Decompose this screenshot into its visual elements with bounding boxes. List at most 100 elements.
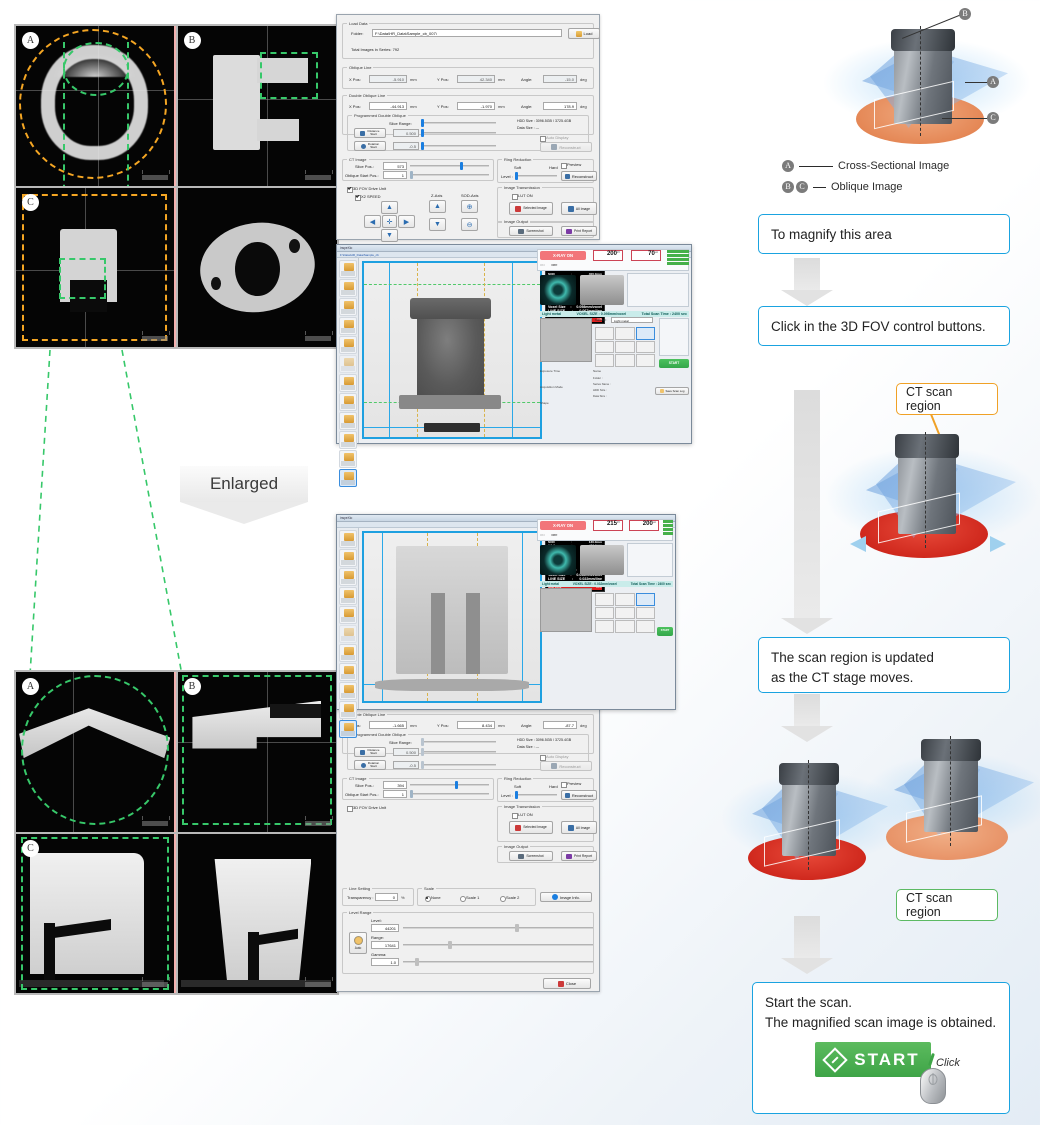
tool-button-data[interactable]	[338, 298, 357, 316]
dbl-x-input[interactable]: -44.913	[369, 102, 407, 110]
auto-level-button[interactable]: Auto	[349, 932, 367, 954]
ct-view-a-top[interactable]: A	[16, 26, 176, 186]
z-axis-up-button[interactable]: ▲	[429, 200, 446, 213]
fov-right-button[interactable]: ▶	[398, 215, 415, 228]
tool-button-scan[interactable]	[338, 279, 357, 297]
oblique-start-slider[interactable]	[410, 171, 489, 179]
fov-down-button[interactable]: ▼	[381, 229, 398, 242]
ct-view-b-bottom[interactable]: B	[177, 672, 337, 832]
tool-button-const[interactable]	[338, 336, 357, 354]
distance-start-button[interactable]: Distance Start	[354, 128, 386, 138]
dbl-angle-input[interactable]: 178.9	[543, 102, 577, 110]
sod-zoom-out-button[interactable]: ⊖	[461, 218, 478, 231]
tool-button-thickview[interactable]	[338, 682, 357, 700]
oblique-start-slider-b[interactable]	[410, 790, 489, 798]
fov-left-button[interactable]: ◀	[364, 215, 381, 228]
ct-view-c-top[interactable]: C	[16, 187, 176, 347]
tool-button-data[interactable]	[338, 568, 357, 586]
scale-option-2[interactable]: Scale 2	[500, 895, 519, 902]
screenshot-button[interactable]: Screenshot	[509, 226, 553, 236]
oblique-start-input-b[interactable]: 1	[383, 790, 407, 798]
scan-window-top[interactable]: inspeXio F:\Data\HR_Data\Sample_cb Infor…	[336, 244, 692, 487]
oblique-y-input[interactable]: 42.340	[457, 75, 495, 83]
oblique-start-input[interactable]: 1	[383, 171, 407, 179]
radiograph-viewport-top[interactable]	[362, 261, 542, 439]
tool-button-reconstruct[interactable]	[338, 260, 357, 278]
all-image-button-b[interactable]: All Image	[561, 821, 597, 834]
tool-button-twoview[interactable]	[338, 644, 357, 662]
ct-view-d-bottom[interactable]	[177, 833, 337, 993]
slice-range-slider[interactable]	[421, 119, 496, 127]
scale-option-1[interactable]: Scale 1	[460, 895, 479, 902]
auto-display-checkbox[interactable]: Auto Display	[540, 135, 568, 142]
specimen-preview-thumb[interactable]	[580, 275, 624, 305]
reconstruct-button-b[interactable]: Reconstruct	[540, 761, 592, 771]
z-axis-down-button[interactable]: ▼	[429, 218, 446, 231]
ring-reconstruct-button-b[interactable]: Reconstruct	[561, 790, 597, 800]
ring-level-slider-b[interactable]	[515, 791, 557, 799]
save-scan-log-button-top[interactable]: Save Scan Log	[655, 387, 689, 395]
start-scan-button[interactable]: START	[815, 1042, 931, 1077]
dbl-y-input-b[interactable]: 8.434	[457, 721, 495, 729]
ct-view-d-top[interactable]	[177, 187, 337, 347]
tool-button-measure[interactable]	[338, 450, 357, 468]
tool-button-multiview[interactable]	[338, 663, 357, 681]
tool-button-const[interactable]	[338, 606, 357, 624]
folder-input[interactable]: F:\Data\HR_Data\Sample_cb_007\	[372, 29, 562, 37]
rotation-slider[interactable]	[421, 142, 496, 150]
print-report-button[interactable]: Print Report	[561, 226, 597, 236]
selected-image-button[interactable]: Selected Image	[509, 202, 553, 215]
radiograph-viewport-bottom[interactable]	[362, 531, 542, 703]
tool-button-view[interactable]	[338, 355, 357, 373]
slice-pos-input[interactable]: 573	[383, 162, 407, 170]
level-input[interactable]: 44201	[371, 924, 399, 932]
distance-slider[interactable]	[421, 129, 496, 137]
sod-zoom-in-button[interactable]: ⊕	[461, 200, 478, 213]
tool-button-oblique[interactable]	[338, 469, 357, 487]
tool-button-twoview[interactable]	[338, 374, 357, 392]
current-field-bottom[interactable]: 200uA	[629, 520, 659, 531]
scan-window-bottom[interactable]: inspeXio Information SID:800.0mm SOD:130…	[336, 514, 676, 738]
ct-view-c-bottom[interactable]: C	[16, 833, 176, 993]
screenshot-button-b[interactable]: Screenshot	[509, 851, 553, 861]
ct-view-a-bottom[interactable]: A	[16, 672, 176, 832]
dbl-y-input[interactable]: -1.970	[457, 102, 495, 110]
level-slider[interactable]	[403, 924, 593, 932]
fov-drive-checkbox-b[interactable]: 3D FOV Drive Unit	[347, 805, 386, 812]
scan-start-button-top[interactable]: START	[659, 359, 689, 368]
ct-view-b-top[interactable]: B	[177, 26, 337, 186]
reconstruct-button[interactable]: Reconstruct	[540, 142, 592, 152]
voltage-field-bottom[interactable]: 215kV	[593, 520, 623, 531]
current-field-top[interactable]: 70uA	[631, 250, 661, 261]
oblique-x-input[interactable]: -5.910	[369, 75, 407, 83]
oblique-angle-input[interactable]: -15.0	[543, 75, 577, 83]
specimen-preview-thumb-b[interactable]	[580, 545, 624, 575]
all-image-button[interactable]: All Image	[561, 202, 597, 215]
tool-button-3d[interactable]	[338, 701, 357, 719]
lut-on-checkbox[interactable]: LUT ON	[512, 193, 533, 200]
gamma-slider[interactable]	[403, 958, 593, 966]
image-info-button[interactable]: Image Info.	[540, 892, 592, 902]
scale-option-none[interactable]: None	[425, 895, 441, 902]
tool-button-thickview[interactable]	[338, 412, 357, 430]
live-preview-thumb-b[interactable]	[540, 545, 576, 575]
slice-range-slider-b[interactable]	[421, 738, 496, 746]
voltage-field-top[interactable]: 200kV	[593, 250, 623, 261]
tool-button-oblique[interactable]	[338, 720, 357, 738]
gamma-input[interactable]: 1.0	[371, 958, 399, 966]
rotation-start-button[interactable]: Rotation Start	[354, 141, 386, 151]
xray-toggle-on-b[interactable]: ON	[540, 533, 545, 537]
fov-center-button[interactable]: ✛	[382, 215, 397, 228]
lut-on-checkbox-b[interactable]: LUT ON	[512, 812, 533, 819]
auto-display-checkbox-b[interactable]: Auto Display	[540, 754, 568, 761]
load-button[interactable]: Load	[568, 28, 600, 39]
close-button[interactable]: Close	[543, 978, 591, 989]
selected-image-button-b[interactable]: Selected Image	[509, 821, 553, 834]
tool-button-calib[interactable]	[338, 317, 357, 335]
range-slider[interactable]	[403, 941, 593, 949]
dbl-x-input-b[interactable]: -1.665	[369, 721, 407, 729]
distance-slider-b[interactable]	[421, 748, 496, 756]
slice-pos-input-b[interactable]: 394	[383, 781, 407, 789]
xray-toggle-on[interactable]: ON	[540, 263, 545, 267]
scan-start-button-bottom[interactable]: START	[657, 627, 673, 636]
